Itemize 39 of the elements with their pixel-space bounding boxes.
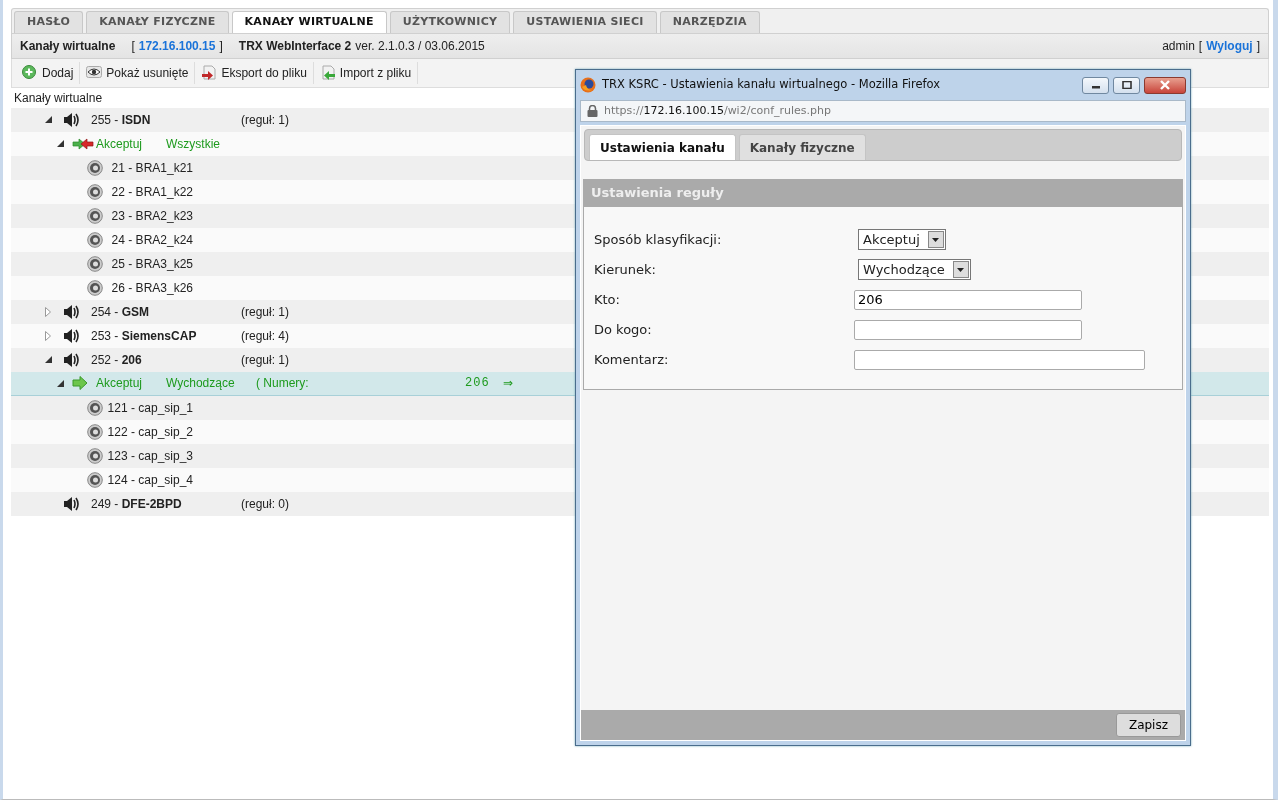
section-header: Ustawienia reguły — [583, 179, 1183, 207]
rule-count: (reguł: 4) — [241, 327, 290, 345]
version-text: ver. 2.1.0.3 / 03.06.2015 — [355, 37, 485, 55]
physical-channel: 21 - BRA1_k21 — [110, 159, 193, 177]
bracket: ] — [219, 37, 223, 55]
rule-count: (reguł: 1) — [241, 303, 290, 321]
field-label: Do kogo: — [594, 320, 653, 339]
physical-channel: 26 - BRA3_k26 — [110, 279, 193, 297]
bracket: ] — [1256, 37, 1260, 55]
rule-direction: Wychodzące — [166, 375, 236, 392]
window-title: TRX KSRC - Ustawienia kanału wirtualnego - Mozilla Firefox — [602, 76, 941, 94]
rule-number: 206 — [465, 375, 491, 392]
user-name: admin — [1162, 37, 1195, 55]
physical-channel: 25 - BRA3_k25 — [110, 255, 193, 273]
rule-direction: Wszystkie — [166, 135, 221, 153]
tree-title: Kanały wirtualne — [14, 90, 103, 105]
product-name: TRX WebInterface 2 — [238, 37, 352, 55]
rule-count: (reguł: 0) — [241, 495, 290, 513]
field-label: Kto: — [594, 290, 621, 309]
page-title: Kanały wirtualne — [20, 37, 116, 55]
physical-channel: 124 - cap_sip_4 — [106, 471, 193, 489]
field-label: Kierunek: — [594, 260, 657, 279]
rule-action: Akceptuj — [96, 135, 144, 153]
bracket: [ — [1198, 37, 1203, 55]
rule-action: Akceptuj — [96, 375, 144, 392]
physical-channel: 22 - BRA1_k22 — [110, 183, 193, 201]
physical-channel: 122 - cap_sip_2 — [106, 423, 193, 441]
rule-count: (reguł: 1) — [241, 351, 290, 369]
arrow-symbol: ⇒ — [503, 375, 513, 392]
physical-channel: 121 - cap_sip_1 — [106, 399, 193, 417]
field-label: Komentarz: — [594, 350, 670, 369]
physical-channel: 24 - BRA2_k24 — [110, 231, 193, 249]
physical-channel: 123 - cap_sip_3 — [106, 447, 193, 465]
physical-channel: 23 - BRA2_k23 — [110, 207, 193, 225]
rule-count: (reguł: 1) — [241, 111, 290, 129]
field-label: Sposób klasyfikacji: — [594, 230, 723, 249]
ip-address: 172.16.100.15 — [138, 37, 216, 55]
numbers-label: ( Numery: — [256, 375, 310, 392]
bracket: [ — [131, 37, 135, 55]
